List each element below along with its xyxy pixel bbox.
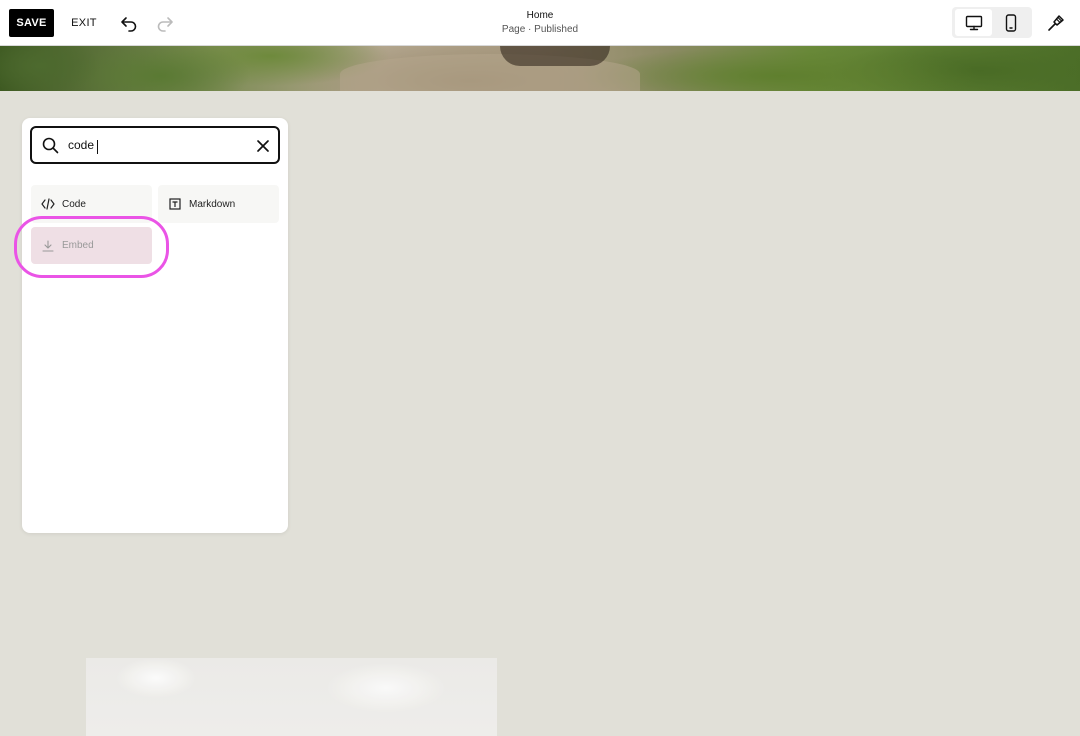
block-search-box bbox=[30, 126, 280, 164]
block-option-embed[interactable]: Embed bbox=[31, 227, 152, 264]
top-toolbar: SAVE EXIT Home Page · Published bbox=[0, 0, 1080, 46]
markdown-icon bbox=[168, 197, 182, 211]
code-brackets-icon bbox=[41, 197, 55, 211]
text-caret bbox=[97, 140, 98, 154]
block-search-input[interactable] bbox=[68, 134, 238, 156]
add-block-panel: Code Markdown Embed bbox=[22, 118, 288, 533]
page-title: Home bbox=[526, 10, 554, 21]
close-icon bbox=[257, 140, 269, 152]
page-info[interactable]: Home Page · Published bbox=[440, 10, 640, 37]
desktop-view-button[interactable] bbox=[955, 9, 992, 36]
site-styles-button[interactable] bbox=[1043, 10, 1069, 36]
mobile-icon bbox=[1005, 13, 1016, 32]
device-toggle bbox=[952, 7, 1032, 38]
paintbrush-icon bbox=[1048, 15, 1064, 31]
block-option-markdown[interactable]: Markdown bbox=[158, 185, 279, 223]
exit-button[interactable]: EXIT bbox=[64, 9, 104, 37]
desktop-icon bbox=[965, 15, 982, 30]
block-option-label: Code bbox=[62, 198, 86, 210]
download-icon bbox=[41, 239, 55, 253]
block-option-label: Embed bbox=[62, 240, 94, 251]
mobile-view-button[interactable] bbox=[992, 9, 1029, 36]
block-option-code[interactable]: Code bbox=[31, 185, 152, 223]
page-status: Page · Published bbox=[501, 24, 579, 35]
hero-image bbox=[0, 46, 1080, 91]
redo-icon bbox=[157, 17, 173, 32]
image-block-placeholder[interactable] bbox=[86, 658, 497, 736]
undo-button[interactable] bbox=[117, 11, 141, 35]
hero-figure bbox=[500, 46, 610, 66]
search-icon bbox=[42, 137, 59, 154]
redo-button[interactable] bbox=[153, 11, 177, 35]
clear-search-button[interactable] bbox=[253, 136, 273, 156]
block-option-label: Markdown bbox=[189, 198, 236, 210]
save-button[interactable]: SAVE bbox=[9, 9, 54, 37]
undo-icon bbox=[121, 17, 137, 32]
